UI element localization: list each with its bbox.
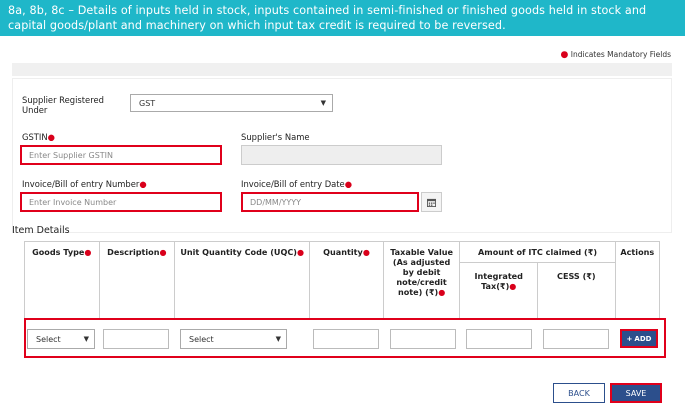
calendar-button[interactable] (421, 192, 442, 212)
gstin-label: GSTIN● (22, 132, 55, 142)
invoice-date-input[interactable]: DD/MM/YYYY (241, 192, 419, 212)
description-input[interactable] (103, 329, 169, 349)
col-goods-type: Goods Type● (24, 241, 100, 319)
gstin-input[interactable]: Enter Supplier GSTIN (20, 145, 222, 165)
supplier-name-label: Supplier's Name (241, 132, 310, 142)
plus-icon: + (626, 334, 633, 343)
uqc-select[interactable]: Select ▼ (180, 329, 287, 349)
invoice-number-label: Invoice/Bill of entry Number● (22, 179, 147, 189)
supplier-registered-select[interactable]: GST ▼ (130, 94, 333, 112)
goods-type-select[interactable]: Select ▼ (27, 329, 95, 349)
col-itc-claimed: Amount of ITC claimed (₹) (459, 241, 616, 263)
required-dot-icon: ● (560, 50, 569, 60)
invoice-date-label: Invoice/Bill of entry Date● (241, 179, 353, 189)
supplier-registered-label: Supplier Registered Under (22, 95, 104, 115)
section-divider (12, 63, 672, 76)
taxable-value-input[interactable] (390, 329, 456, 349)
col-actions: Actions (614, 241, 661, 319)
col-integrated-tax: Integrated Tax(₹)● (459, 262, 539, 319)
calendar-icon (427, 198, 436, 207)
invoice-number-input[interactable]: Enter Invoice Number (20, 192, 222, 212)
supplier-name-field (241, 145, 442, 165)
mandatory-note: ● Indicates Mandatory Fields (560, 50, 671, 60)
col-description: Description● (98, 241, 176, 319)
page-title: 8a, 8b, 8c – Details of inputs held in s… (8, 4, 647, 32)
col-taxable-value: Taxable Value (As adjusted by debit note… (382, 241, 461, 319)
quantity-input[interactable] (313, 329, 379, 349)
chevron-down-icon: ▼ (83, 335, 89, 343)
chevron-down-icon: ▼ (275, 335, 281, 343)
integrated-tax-input[interactable] (466, 329, 532, 349)
back-button[interactable]: BACK (553, 383, 605, 403)
add-item-button[interactable]: + ADD (620, 329, 658, 348)
cess-input[interactable] (543, 329, 609, 349)
col-cess: CESS (₹) (537, 262, 616, 319)
item-details-table: Goods Type● Description● Unit Quantity C… (24, 241, 661, 319)
page-header: 8a, 8b, 8c – Details of inputs held in s… (0, 0, 685, 36)
col-uqc: Unit Quantity Code (UQC)● (174, 241, 311, 319)
save-button[interactable]: SAVE (610, 383, 662, 403)
item-details-title: Item Details (12, 225, 70, 236)
chevron-down-icon: ▼ (320, 99, 326, 107)
col-quantity: Quantity● (309, 241, 384, 319)
